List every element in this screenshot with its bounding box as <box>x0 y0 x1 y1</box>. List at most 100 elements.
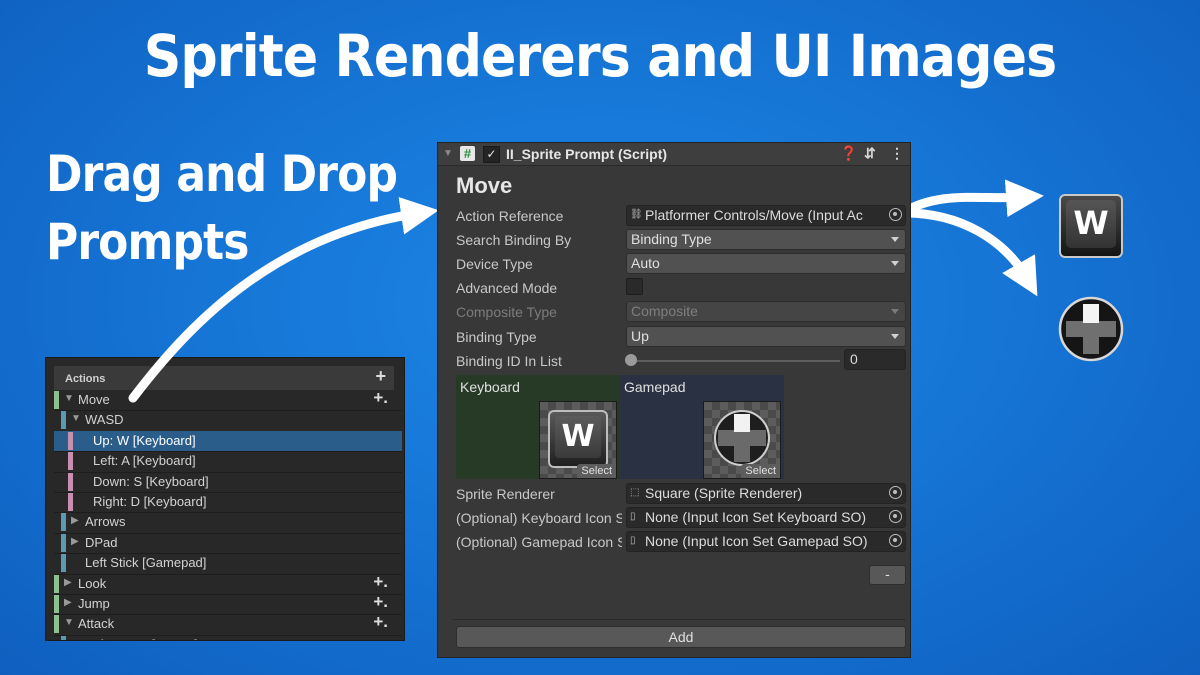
add-binding-icon[interactable]: +. <box>373 612 388 632</box>
collapsed-triangle-icon[interactable]: ▶ <box>64 597 72 608</box>
action-tree-item[interactable]: ▶ DPad <box>54 533 402 553</box>
fold-triangle-icon[interactable]: ▼ <box>443 148 453 159</box>
action-tree-item[interactable]: ▼ Attack +. <box>54 612 402 634</box>
more-menu-icon[interactable]: ⋮ <box>890 145 904 162</box>
chevron-down-icon <box>891 309 899 314</box>
gamepad-preview: Gamepad Select <box>620 375 784 479</box>
keyboard-result-arrow <box>897 179 1044 218</box>
add-binding-icon[interactable]: +. <box>373 572 388 592</box>
subhead-line-1: Drag and Drop <box>46 145 398 203</box>
keyboard-icon-set-value: None (Input Icon Set Keyboard SO) <box>645 509 867 525</box>
composite-type-dropdown: Composite <box>626 301 906 322</box>
action-tree-item[interactable]: ▶ Arrows <box>54 512 402 532</box>
device-type-dropdown[interactable]: Auto <box>626 253 906 274</box>
add-button[interactable]: Add <box>456 626 906 648</box>
component-header: ▼ # ✓ II_Sprite Prompt (Script) ❓ ⇵ ⋮ <box>438 143 910 166</box>
object-picker-icon[interactable] <box>889 534 902 547</box>
action-tree-item-label: Down: S [Keyboard] <box>93 473 209 489</box>
device-type-value: Auto <box>631 255 660 271</box>
action-tree-item-label: Arrows <box>85 514 126 530</box>
preset-icon[interactable]: ⇵ <box>864 145 876 162</box>
binding-id-slider-handle[interactable] <box>625 354 637 366</box>
binding-type-dropdown[interactable]: Up <box>626 326 906 347</box>
action-color-bar <box>61 554 66 573</box>
action-tree-item-label: Jump <box>78 596 110 611</box>
keyboard-preview: Keyboard W Select <box>456 375 620 479</box>
binding-id-input[interactable]: 0 <box>844 349 906 370</box>
component-title: II_Sprite Prompt (Script) <box>506 146 668 162</box>
keyboard-preview-label: Keyboard <box>460 379 520 395</box>
action-tree-item[interactable]: Right: D [Keyboard] <box>54 492 402 512</box>
add-binding-icon[interactable]: +. <box>373 592 388 612</box>
action-reference-field[interactable]: ⛓ Platformer Controls/Move (Input Ac <box>626 205 906 226</box>
add-action-map-icon[interactable]: + <box>375 366 386 387</box>
action-tree-item-label: Look <box>78 575 107 591</box>
binding-id-label: Binding ID In List <box>456 353 562 369</box>
binding-type-label: Binding Type <box>456 329 537 345</box>
action-color-bar <box>61 635 66 640</box>
action-tree-item[interactable]: Down: S [Keyboard] <box>54 472 402 492</box>
gamepad-result-arrow <box>897 208 1038 297</box>
action-tree-item[interactable]: Left Button [Mouse] <box>54 635 402 640</box>
result-dpad-up-icon <box>1058 296 1124 362</box>
keyboard-select-button[interactable]: Select <box>577 464 616 478</box>
remove-button[interactable]: - <box>869 565 906 585</box>
action-tree-item-label: WASD <box>85 412 124 428</box>
action-color-bar <box>54 615 59 634</box>
object-picker-icon[interactable] <box>889 208 902 221</box>
binding-id-value: 0 <box>850 351 858 367</box>
action-color-bar <box>54 595 59 613</box>
action-tree-item[interactable]: ▶ Jump +. <box>54 592 402 614</box>
action-tree-item[interactable]: ▶ Look +. <box>54 572 402 594</box>
collapsed-triangle-icon[interactable]: ▶ <box>71 536 79 547</box>
action-reference-label: Action Reference <box>456 208 564 224</box>
action-color-bar <box>61 513 66 532</box>
actions-title: Actions <box>65 373 106 385</box>
action-tree-item[interactable]: ▼ Move +. <box>54 388 402 410</box>
search-binding-by-label: Search Binding By <box>456 232 572 248</box>
sprite-renderer-label: Sprite Renderer <box>456 486 555 502</box>
action-tree-item[interactable]: ▼ WASD <box>54 410 402 430</box>
gamepad-sprite-slot[interactable]: Select <box>703 401 781 479</box>
collapsed-triangle-icon[interactable]: ▶ <box>71 515 79 526</box>
add-binding-icon[interactable]: +. <box>373 388 388 408</box>
gamepad-select-button[interactable]: Select <box>741 464 780 478</box>
help-icon[interactable]: ❓ <box>840 145 857 162</box>
advanced-mode-checkbox[interactable] <box>626 278 643 295</box>
action-tree-item[interactable]: Left Stick [Gamepad] <box>54 553 402 573</box>
binding-id-slider-track[interactable] <box>630 360 840 362</box>
action-color-bar <box>54 391 59 409</box>
expanded-triangle-icon[interactable]: ▼ <box>64 617 74 628</box>
action-color-bar <box>54 574 59 593</box>
divider <box>452 619 906 620</box>
action-tree-item-label: Left Stick [Gamepad] <box>85 555 207 571</box>
action-tree-item[interactable]: Up: W [Keyboard] <box>54 430 402 451</box>
object-picker-icon[interactable] <box>889 510 902 523</box>
gamepad-icon-set-field[interactable]: ▯ None (Input Icon Set Gamepad SO) <box>626 531 906 552</box>
gamepad-preview-label: Gamepad <box>624 379 686 395</box>
expanded-triangle-icon[interactable]: ▼ <box>64 393 74 404</box>
inspector-panel: ▼ # ✓ II_Sprite Prompt (Script) ❓ ⇵ ⋮ Mo… <box>437 142 911 658</box>
keyboard-icon-set-field[interactable]: ▯ None (Input Icon Set Keyboard SO) <box>626 507 906 528</box>
device-type-label: Device Type <box>456 256 533 272</box>
keyboard-sprite-slot[interactable]: W Select <box>539 401 617 479</box>
keyboard-icon-set-label: (Optional) Keyboard Icon Set <box>456 510 622 526</box>
enabled-checkbox[interactable]: ✓ <box>483 146 500 163</box>
action-color-bar <box>61 533 66 552</box>
chevron-down-icon <box>891 334 899 339</box>
composite-type-label: Composite Type <box>456 304 557 320</box>
expanded-triangle-icon[interactable]: ▼ <box>71 413 81 424</box>
result-w-key-letter: W <box>1066 200 1116 248</box>
action-tree-item-label: Move <box>78 392 110 407</box>
search-binding-by-dropdown[interactable]: Binding Type <box>626 229 906 250</box>
actions-header: Actions + <box>54 366 394 390</box>
gamepad-icon-set-label: (Optional) Gamepad Icon Set <box>456 534 622 550</box>
collapsed-triangle-icon[interactable]: ▶ <box>64 577 72 588</box>
sprite-renderer-field[interactable]: ⬚ Square (Sprite Renderer) <box>626 483 906 504</box>
search-binding-by-value: Binding Type <box>631 231 712 247</box>
chevron-down-icon <box>891 261 899 266</box>
action-tree-item[interactable]: Left: A [Keyboard] <box>54 451 402 471</box>
headline: Sprite Renderers and UI Images <box>143 22 1057 90</box>
object-picker-icon[interactable] <box>889 486 902 499</box>
action-tree-item-label: Right: D [Keyboard] <box>93 494 207 509</box>
